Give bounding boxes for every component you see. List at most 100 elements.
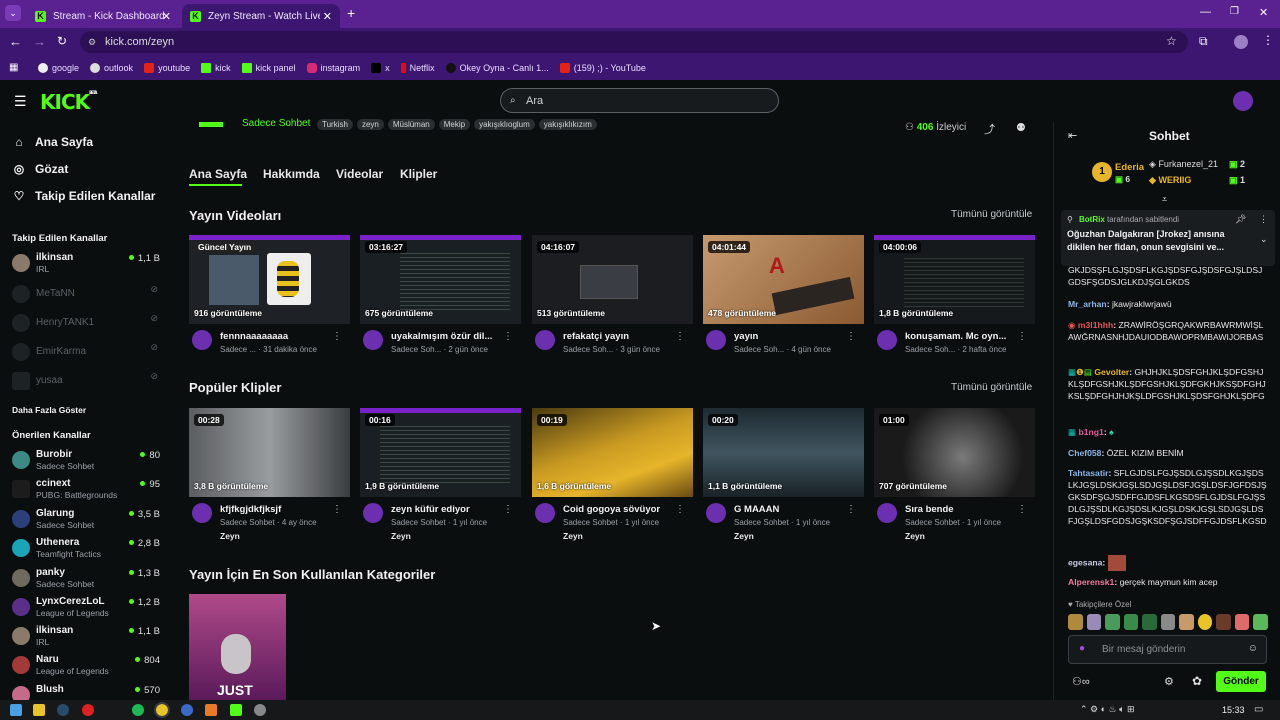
- nav-following[interactable]: ♡ Takip Edilen Kanallar: [12, 189, 156, 203]
- clip-card[interactable]: 00:20 1,1 B görüntüleme G MAAAN Sadece S…: [703, 408, 864, 541]
- streamer-avatar[interactable]: [363, 330, 383, 350]
- forward-icon[interactable]: →: [33, 34, 46, 49]
- app-icon[interactable]: [205, 704, 217, 716]
- microphone-icon[interactable]: ●: [1079, 643, 1085, 654]
- clip-card[interactable]: 01:00 707 görüntüleme Sıra bende Sadece …: [874, 408, 1035, 541]
- site-info-icon[interactable]: ⚙: [88, 37, 96, 48]
- clip-card[interactable]: 00:28 3,8 B görüntüleme kfjfkgjdkfjksjf …: [189, 408, 350, 541]
- message-user[interactable]: b1ng1: [1079, 427, 1104, 437]
- tab-clips[interactable]: Klipler: [400, 167, 437, 181]
- hamburger-menu-icon[interactable]: ☰: [14, 93, 27, 110]
- bookmark-outlook[interactable]: outlook: [90, 63, 133, 73]
- top-gifter-name[interactable]: Ederia: [1115, 162, 1144, 173]
- video-title[interactable]: uyakalmışım özür dil...: [391, 331, 509, 342]
- bookmark-instagram[interactable]: instagram: [306, 63, 360, 73]
- clip-streamer[interactable]: Zeyn: [563, 531, 583, 541]
- chat-extras-icon[interactable]: ⚇∞: [1072, 675, 1090, 688]
- bookmark-youtube-2[interactable]: (159) ;) - YouTube: [559, 63, 646, 73]
- message-user[interactable]: egesana: [1068, 557, 1102, 567]
- more-options-icon[interactable]: ⋮: [675, 504, 685, 515]
- collapse-chat-icon[interactable]: ⇤: [1068, 129, 1077, 142]
- category-card[interactable]: JUST: [189, 594, 286, 700]
- more-options-icon[interactable]: ⋮: [332, 331, 342, 342]
- streamer-avatar[interactable]: [877, 330, 897, 350]
- opera-icon[interactable]: [82, 704, 94, 716]
- chat-rules-icon[interactable]: ✿: [1192, 674, 1202, 688]
- app-icon[interactable]: [254, 704, 266, 716]
- emote-icon[interactable]: [1105, 614, 1120, 630]
- video-card[interactable]: A 04:01:44 478 görüntüleme yayın Sadece …: [703, 235, 864, 355]
- video-card[interactable]: 04:16:07 513 görüntüleme refakatçi yayın…: [532, 235, 693, 355]
- reload-icon[interactable]: ↻: [57, 34, 67, 48]
- emote-icon[interactable]: [1160, 614, 1176, 630]
- emote-icon[interactable]: [1123, 614, 1139, 630]
- emote-icon[interactable]: [1179, 614, 1194, 630]
- bookmark-x[interactable]: x: [371, 63, 390, 73]
- chat-input[interactable]: ● Bir mesaj gönderin ☺: [1068, 635, 1267, 664]
- chrome-icon[interactable]: [154, 702, 170, 718]
- category-link[interactable]: Sadece Sohbet: [242, 118, 310, 129]
- nav-browse[interactable]: ◎ Gözat: [12, 162, 69, 176]
- minimize-icon[interactable]: —: [1200, 6, 1211, 18]
- message-user[interactable]: Gevolter: [1094, 367, 1129, 377]
- nav-home[interactable]: ⌂ Ana Sayfa: [12, 135, 93, 149]
- streamer-avatar[interactable]: [706, 503, 726, 523]
- tab-about[interactable]: Hakkımda: [263, 167, 320, 181]
- windows-start-icon[interactable]: [10, 704, 22, 716]
- show-more-link[interactable]: Daha Fazla Göster: [12, 405, 86, 415]
- clip-streamer[interactable]: Zeyn: [905, 531, 925, 541]
- restore-icon[interactable]: ❐: [1230, 6, 1239, 17]
- kick-app-icon[interactable]: [230, 704, 242, 716]
- clip-streamer[interactable]: Zeyn: [220, 531, 240, 541]
- recommended-channel[interactable]: ilkinsan IRL 1,1 B: [12, 624, 162, 650]
- message-user[interactable]: Mr_arhan: [1068, 299, 1107, 309]
- window-close-icon[interactable]: ✕: [1259, 6, 1268, 19]
- gifter-name[interactable]: ◆ WERIIG: [1149, 175, 1191, 186]
- emote-icon[interactable]: [1216, 614, 1231, 630]
- message-user[interactable]: m3l1hhh: [1078, 320, 1113, 330]
- clip-streamer[interactable]: Zeyn: [734, 531, 754, 541]
- followed-channel-ilkinsan[interactable]: ilkinsan IRL 1,1 B: [12, 251, 162, 277]
- video-title[interactable]: yayın: [734, 331, 852, 342]
- send-button[interactable]: Gönder: [1216, 671, 1266, 692]
- expand-leaderboard-icon[interactable]: ⩡: [1162, 194, 1167, 205]
- notification-icon[interactable]: ▭: [1254, 704, 1263, 715]
- share-icon[interactable]: ⤴: [984, 121, 995, 137]
- tag[interactable]: Mekip: [438, 119, 471, 130]
- tag[interactable]: yakışıklıkızım: [538, 119, 597, 130]
- expand-pinned-icon[interactable]: ⌄: [1260, 234, 1268, 245]
- extensions-icon[interactable]: ⧉: [1199, 34, 1208, 49]
- clip-title[interactable]: Coid gogoya sövüyor: [563, 504, 681, 515]
- clip-streamer[interactable]: Zeyn: [391, 531, 411, 541]
- close-tab-icon[interactable]: ✕: [162, 10, 171, 23]
- streamer-avatar[interactable]: [535, 330, 555, 350]
- tab-kick-dashboard[interactable]: K Stream - Kick Dashboard ✕: [27, 4, 179, 28]
- clip-card[interactable]: 00:16 1,9 B görüntüleme zeyn küfür ediyo…: [360, 408, 521, 541]
- followed-channel-henrytank1[interactable]: HenryTANK1 ⊘: [12, 311, 162, 337]
- followed-channel-yusaa[interactable]: yusaa ⊘: [12, 369, 162, 395]
- tab-videos[interactable]: Videolar: [336, 167, 383, 181]
- tag[interactable]: Müslüman: [387, 119, 435, 130]
- video-title[interactable]: konuşamam. Mc oyn...: [905, 331, 1023, 342]
- emote-icon[interactable]: [1234, 614, 1250, 630]
- tag[interactable]: yakışıklıoglum: [474, 119, 535, 130]
- bookmark-kick-panel[interactable]: kick panel: [241, 63, 296, 73]
- bookmark-star-icon[interactable]: ☆: [1166, 34, 1177, 48]
- clips-see-all-link[interactable]: Tümünü görüntüle: [951, 382, 1032, 393]
- bookmark-kick[interactable]: kick: [201, 63, 231, 73]
- video-title[interactable]: refakatçi yayın: [563, 331, 681, 342]
- more-options-icon[interactable]: ⋮: [503, 504, 513, 515]
- bookmark-youtube[interactable]: youtube: [144, 63, 190, 73]
- apps-icon[interactable]: ▦: [9, 62, 18, 73]
- emoji-icon[interactable]: ☺: [1248, 643, 1258, 654]
- clip-title[interactable]: kfjfkgjdkfjksjf: [220, 504, 338, 515]
- new-tab-icon[interactable]: +: [347, 5, 355, 21]
- emote-icon[interactable]: [1253, 614, 1269, 630]
- message-user[interactable]: Chef058: [1068, 448, 1101, 458]
- video-title[interactable]: fennnaaaaaaaa: [220, 331, 338, 342]
- more-options-icon[interactable]: ⋮: [846, 331, 856, 342]
- bookmark-netflix[interactable]: Netflix: [400, 63, 435, 73]
- back-icon[interactable]: ←: [9, 34, 22, 49]
- follow-user-icon[interactable]: ⚉: [1016, 121, 1026, 134]
- followed-channel-metann[interactable]: MeTaNN ⊘: [12, 282, 162, 308]
